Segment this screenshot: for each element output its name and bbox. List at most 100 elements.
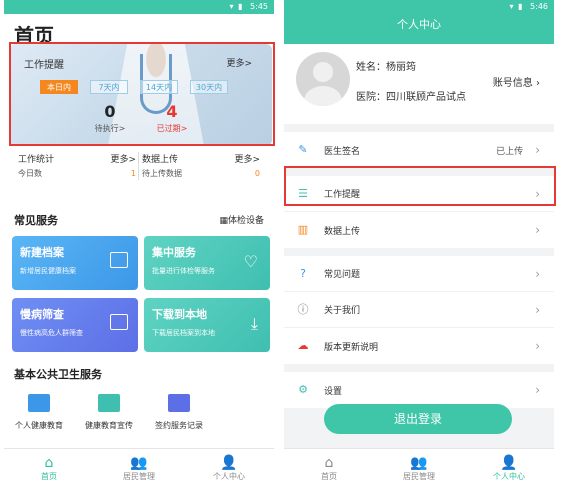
- status-time: 5:45: [250, 2, 268, 11]
- screening-card[interactable]: 慢病筛查 慢性病高危人群筛查: [12, 298, 138, 352]
- records-icon: [168, 394, 190, 412]
- status-bar: ▾ ▮ 5:45: [4, 0, 274, 14]
- chevron-right-icon: ›: [535, 383, 540, 397]
- work-stats-label: 今日数: [18, 168, 42, 178]
- menu-item-settings[interactable]: ⚙ 设置 ›: [284, 372, 554, 408]
- status-bar: ▾ ▮ 5:46: [284, 0, 554, 14]
- person-icon: 👤: [500, 455, 518, 471]
- chevron-right-icon: ›: [535, 339, 540, 353]
- pen-icon: ✎: [298, 143, 308, 156]
- menu-item-data-upload[interactable]: ▥ 数据上传 ›: [284, 212, 554, 248]
- upload-stats: 数据上传 更多> 待上传数据 0: [142, 150, 260, 180]
- menu-label: 设置: [324, 386, 343, 397]
- tab-profile[interactable]: 👤 个人中心: [464, 449, 554, 488]
- info-icon: ⓘ: [297, 302, 309, 316]
- tab-bar: ⌂ 首页 👥 居民管理 👤 个人中心: [4, 448, 274, 488]
- highlight-box-reminder: [9, 42, 275, 146]
- work-stats-value: 1: [130, 168, 136, 178]
- service-health-promotion[interactable]: 健康教育宣传: [74, 394, 144, 431]
- bar-chart-icon: ▥: [297, 223, 309, 236]
- upload-stats-label: 待上传数据: [142, 168, 182, 178]
- service-label: 健康教育宣传: [85, 421, 133, 430]
- account-info-link[interactable]: 账号信息 ›: [493, 74, 540, 89]
- residents-icon: 👥: [410, 455, 428, 471]
- promotion-icon: [98, 394, 120, 412]
- card-title: 下载到本地: [152, 308, 207, 321]
- work-stats: 工作统计 更多> 今日数 1: [18, 150, 136, 180]
- menu-item-faq[interactable]: ? 常见问题 ›: [284, 256, 554, 292]
- home-icon: ⌂: [324, 455, 334, 471]
- upload-stats-title: 数据上传: [142, 154, 179, 165]
- menu-label: 数据上传: [324, 226, 361, 237]
- tab-label: 居民管理: [123, 472, 155, 481]
- tab-residents[interactable]: 👥 居民管理: [374, 449, 464, 488]
- heart-shield-icon: ♡: [243, 252, 258, 271]
- card-subtitle: 下载居民档案到本地: [152, 329, 215, 337]
- tab-bar: ⌂ 首页 👥 居民管理 👤 个人中心: [284, 448, 554, 488]
- document-gear-icon: [110, 314, 128, 330]
- menu-label: 关于我们: [324, 306, 361, 316]
- public-health-heading: 基本公共卫生服务: [14, 368, 102, 381]
- folder-icon: [110, 252, 128, 268]
- chevron-right-icon: ›: [535, 266, 540, 281]
- user-name: 姓名：杨丽筠: [356, 62, 416, 73]
- tab-label: 个人中心: [213, 472, 245, 481]
- service-health-education[interactable]: 个人健康教育: [4, 394, 74, 431]
- device-label: 体检设备: [227, 216, 264, 226]
- menu-value: 已上传: [496, 146, 524, 157]
- header-title: 个人中心: [284, 14, 554, 44]
- user-hospital: 医院：四川联顾产品试点: [356, 92, 466, 103]
- profile-card: 姓名：杨丽筠 医院：四川联顾产品试点 账号信息 ›: [284, 44, 554, 124]
- home-icon: ⌂: [44, 455, 54, 471]
- service-sign-records[interactable]: 签约服务记录: [144, 394, 214, 431]
- upload-stats-value: 0: [254, 168, 260, 178]
- signal-battery-icon: ▾ ▮: [229, 2, 244, 11]
- tab-residents[interactable]: 👥 居民管理: [94, 449, 184, 488]
- menu-item-release-notes[interactable]: ☁ 版本更新说明 ›: [284, 328, 554, 364]
- tab-home[interactable]: ⌂ 首页: [284, 449, 374, 488]
- menu-label: 版本更新说明: [324, 342, 379, 353]
- tab-label: 首页: [41, 472, 57, 481]
- highlight-box-work-reminder: [284, 166, 556, 206]
- person-icon: 👤: [220, 455, 238, 471]
- public-health-services: 个人健康教育 健康教育宣传 签约服务记录: [4, 394, 274, 431]
- status-time: 5:46: [530, 2, 548, 11]
- menu-label: 常见问题: [324, 270, 361, 280]
- chevron-right-icon: ›: [535, 143, 540, 157]
- common-services-heading: 常见服务: [14, 214, 58, 227]
- work-stats-title: 工作统计: [18, 154, 55, 165]
- menu-group-1: ✎ 医生签名 已上传 ›: [284, 132, 554, 168]
- upload-stats-more[interactable]: 更多>: [234, 152, 260, 165]
- divider: [138, 152, 139, 180]
- residents-icon: 👥: [130, 455, 148, 471]
- account-info-label: 账号信息: [492, 78, 533, 89]
- tab-home[interactable]: ⌂ 首页: [4, 449, 94, 488]
- download-icon: ⤓: [250, 314, 258, 333]
- signal-battery-icon: ▾ ▮: [509, 2, 524, 11]
- gear-icon: ⚙: [298, 383, 308, 396]
- tab-label: 首页: [321, 472, 337, 481]
- grid-icon: ▦: [219, 216, 228, 226]
- service-label: 个人健康教育: [15, 421, 63, 430]
- batch-service-card[interactable]: 集中服务 批量进行体检等服务 ♡: [144, 236, 270, 290]
- tab-label: 个人中心: [493, 472, 525, 481]
- chevron-right-icon: ›: [535, 302, 540, 317]
- tab-label: 居民管理: [403, 472, 435, 481]
- menu-label: 医生签名: [324, 146, 361, 157]
- work-stats-more[interactable]: 更多>: [110, 152, 136, 165]
- chevron-right-icon: ›: [536, 78, 540, 89]
- download-card[interactable]: 下载到本地 下载居民档案到本地 ⤓: [144, 298, 270, 352]
- update-icon: ☁: [297, 339, 309, 352]
- avatar[interactable]: [296, 52, 350, 106]
- menu-group-3: ? 常见问题 › ⓘ 关于我们 › ☁ 版本更新说明 ›: [284, 256, 554, 364]
- menu-item-signature[interactable]: ✎ 医生签名 已上传 ›: [284, 132, 554, 168]
- device-link[interactable]: ▦体检设备: [219, 213, 264, 226]
- chevron-right-icon: ›: [535, 223, 540, 237]
- service-label: 签约服务记录: [155, 421, 203, 430]
- question-icon: ?: [300, 266, 306, 280]
- menu-item-about[interactable]: ⓘ 关于我们 ›: [284, 292, 554, 328]
- education-icon: [28, 394, 50, 412]
- tab-profile[interactable]: 👤 个人中心: [184, 449, 274, 488]
- logout-button[interactable]: 退出登录: [324, 404, 512, 434]
- new-record-card[interactable]: 新建档案 新增居民健康档案: [12, 236, 138, 290]
